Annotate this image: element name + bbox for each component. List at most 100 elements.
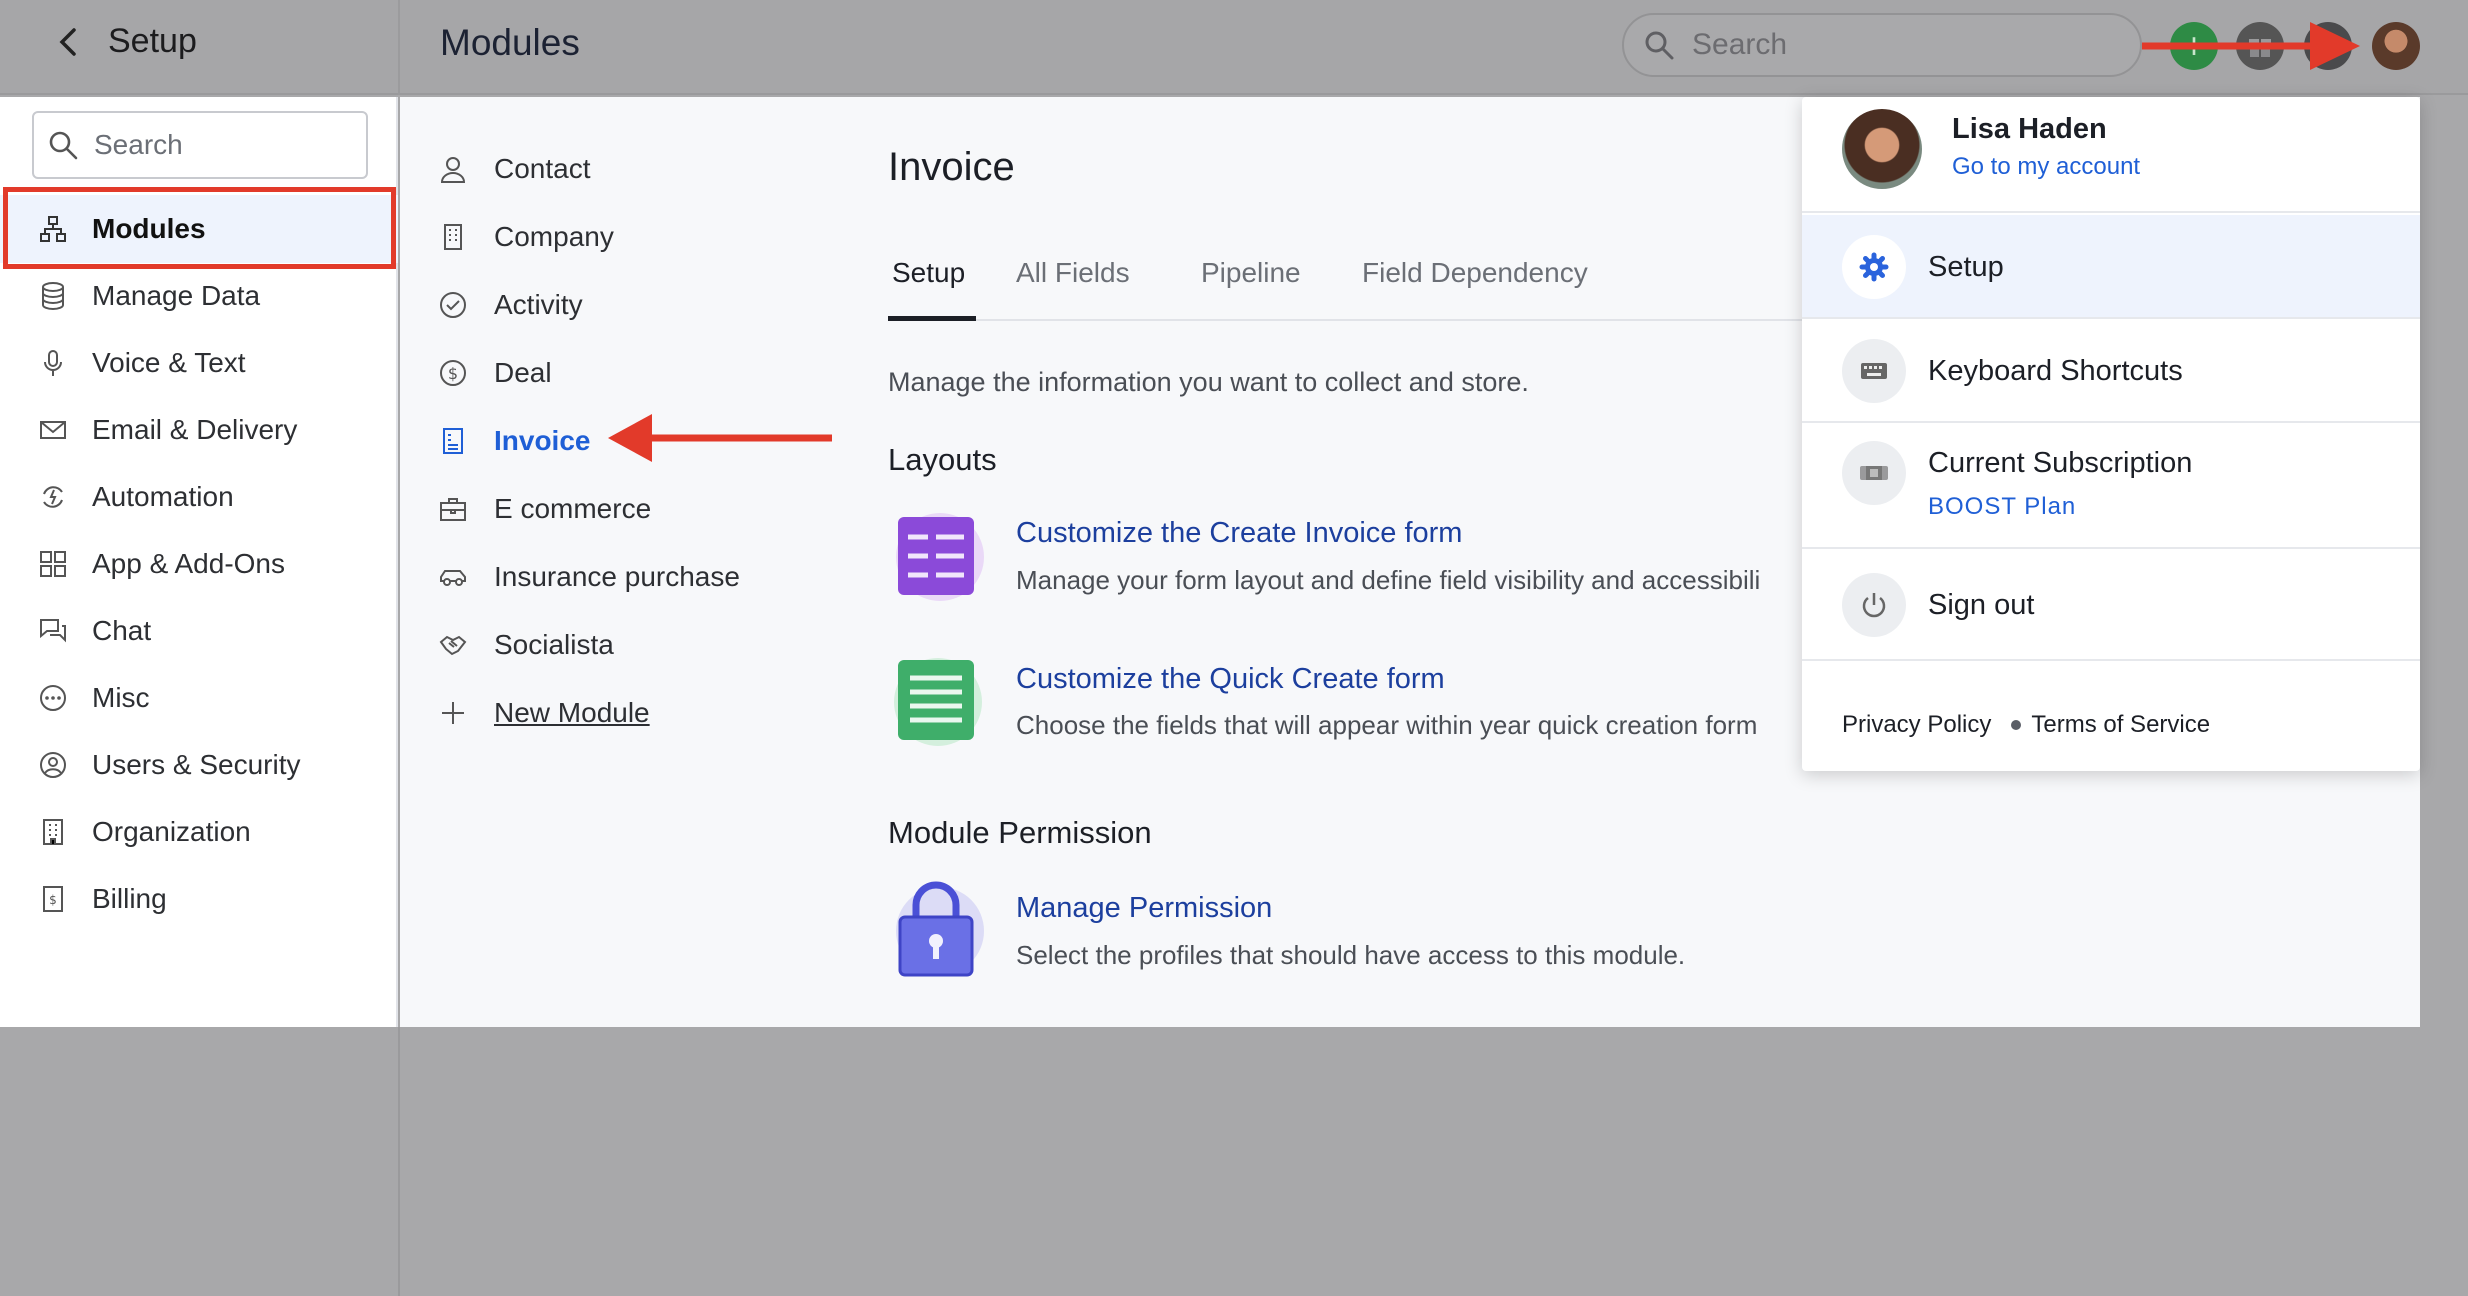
database-icon <box>38 281 68 311</box>
ellipsis-icon <box>38 683 68 713</box>
overlay-strip <box>2420 97 2468 1027</box>
sidebar-item-billing[interactable]: $ Billing <box>0 865 398 933</box>
svg-text:$: $ <box>448 364 458 383</box>
customize-create-form-desc: Manage your form layout and define field… <box>1016 565 1761 595</box>
sidebar-item-label: Users & Security <box>92 749 301 780</box>
setup-title: Setup <box>108 22 197 60</box>
module-item-socialista[interactable]: Socialista <box>436 615 614 675</box>
menu-item-label: Sign out <box>1928 589 2035 621</box>
tab-field-dependency[interactable]: Field Dependency <box>1358 257 1592 321</box>
sidebar-item-label: Email & Delivery <box>92 414 298 445</box>
search-icon <box>1645 31 1674 60</box>
sidebar-item-voice-text[interactable]: Voice & Text <box>0 329 398 397</box>
customize-quick-create-link[interactable]: Customize the Quick Create form <box>1016 663 1445 696</box>
menu-item-label: Keyboard Shortcuts <box>1928 355 2183 387</box>
privacy-policy-link[interactable]: Privacy Policy <box>1842 711 1991 739</box>
sidebar-item-label: Voice & Text <box>92 347 246 378</box>
module-item-label: E commerce <box>494 493 652 524</box>
sidebar-item-misc[interactable]: Misc <box>0 664 398 732</box>
plus-icon <box>436 696 470 730</box>
new-module-label: New Module <box>494 697 650 728</box>
briefcase-icon <box>436 492 470 526</box>
sidebar-search-input[interactable] <box>94 129 354 161</box>
sidebar-item-label: Automation <box>92 481 234 512</box>
module-item-insurance-purchase[interactable]: Insurance purchase <box>436 547 740 607</box>
tab-pipeline[interactable]: Pipeline <box>1197 257 1305 321</box>
menu-item-label: Setup <box>1928 251 2004 283</box>
sidebar-item-label: Billing <box>92 883 167 914</box>
overlay-divider <box>398 1027 400 1296</box>
sidebar-item-app-addons[interactable]: App & Add-Ons <box>0 530 398 598</box>
module-item-label: Invoice <box>494 425 591 456</box>
manage-permission-link[interactable]: Manage Permission <box>1016 892 1272 925</box>
envelope-icon <box>38 415 68 445</box>
module-item-contact[interactable]: Contact <box>436 139 591 199</box>
module-item-company[interactable]: Company <box>436 207 614 267</box>
menu-item-sign-out[interactable]: Sign out <box>1802 549 2420 661</box>
menu-item-keyboard-shortcuts[interactable]: Keyboard Shortcuts <box>1802 319 2420 423</box>
user-menu-dropdown: Lisa Haden Go to my account Setup Keyboa… <box>1802 97 2420 771</box>
module-item-label: Company <box>494 221 614 252</box>
sidebar-item-organization[interactable]: Organization <box>0 798 398 866</box>
menu-item-label: Current Subscription <box>1928 447 2193 479</box>
module-item-ecommerce[interactable]: E commerce <box>436 479 651 539</box>
menu-item-setup[interactable]: Setup <box>1802 215 2420 319</box>
user-header: Lisa Haden Go to my account <box>1802 97 2420 213</box>
subscription-plan[interactable]: BOOST Plan <box>1928 493 2076 521</box>
module-item-label: Contact <box>494 153 591 184</box>
automation-icon <box>38 482 68 512</box>
go-to-account-link[interactable]: Go to my account <box>1952 153 2140 181</box>
annotation-arrow-icon <box>2142 22 2360 70</box>
separator-dot <box>2011 720 2022 730</box>
lock-icon <box>888 879 988 979</box>
sidebar-item-automation[interactable]: Automation <box>0 463 398 531</box>
billing-icon: $ <box>38 884 68 914</box>
form-green-icon <box>888 652 988 752</box>
sidebar-item-label: Misc <box>92 682 150 713</box>
global-search[interactable] <box>1622 13 2142 77</box>
user-avatar-button[interactable] <box>2372 22 2420 70</box>
module-item-label: Socialista <box>494 629 614 660</box>
tab-all-fields[interactable]: All Fields <box>1012 257 1134 321</box>
page-title: Modules <box>440 22 580 63</box>
grid-icon <box>38 549 68 579</box>
sidebar-item-users-security[interactable]: Users & Security <box>0 731 398 799</box>
annotation-arrow-icon <box>608 414 832 462</box>
global-search-input[interactable] <box>1692 28 2092 62</box>
dollar-circle-icon: $ <box>436 356 470 390</box>
user-name: Lisa Haden <box>1952 113 2107 145</box>
back-icon[interactable] <box>48 22 88 62</box>
module-item-label: Insurance purchase <box>494 561 740 592</box>
customize-create-form-link[interactable]: Customize the Create Invoice form <box>1016 517 1462 550</box>
sidebar-item-email-delivery[interactable]: Email & Delivery <box>0 396 398 464</box>
module-item-invoice[interactable]: Invoice <box>436 411 590 471</box>
svg-text:$: $ <box>49 893 57 907</box>
module-item-deal[interactable]: $ Deal <box>436 343 552 403</box>
sidebar-item-label: Organization <box>92 816 251 847</box>
sidebar-search[interactable] <box>32 111 368 179</box>
gear-icon <box>1842 235 1906 299</box>
terms-of-service-link[interactable]: Terms of Service <box>2031 711 2210 739</box>
search-icon <box>49 131 78 160</box>
invoice-icon <box>436 424 470 458</box>
car-icon <box>436 560 470 594</box>
person-icon <box>436 152 470 186</box>
check-circle-icon <box>436 288 470 322</box>
sidebar-item-chat[interactable]: Chat <box>0 597 398 665</box>
handshake-icon <box>436 628 470 662</box>
tab-setup[interactable]: Setup <box>888 257 976 321</box>
new-module-link[interactable]: New Module <box>436 683 650 743</box>
layouts-heading: Layouts <box>888 442 997 477</box>
building-icon <box>38 817 68 847</box>
sidebar-item-label: Chat <box>92 615 152 646</box>
sidebar-item-manage-data[interactable]: Manage Data <box>0 262 398 330</box>
menu-item-current-subscription[interactable]: Current Subscription BOOST Plan <box>1802 423 2420 549</box>
sidebar-item-label: Manage Data <box>92 280 261 311</box>
user-circle-icon <box>38 750 68 780</box>
page-overlay <box>0 1027 2468 1296</box>
sidebar-item-label: App & Add-Ons <box>92 548 286 579</box>
setup-sidebar: Modules Manage Data Voice & Text Email &… <box>0 97 398 1027</box>
module-item-activity[interactable]: Activity <box>436 275 583 335</box>
module-item-label: Deal <box>494 357 552 388</box>
customize-quick-create-desc: Choose the fields that will appear withi… <box>1016 710 1758 740</box>
